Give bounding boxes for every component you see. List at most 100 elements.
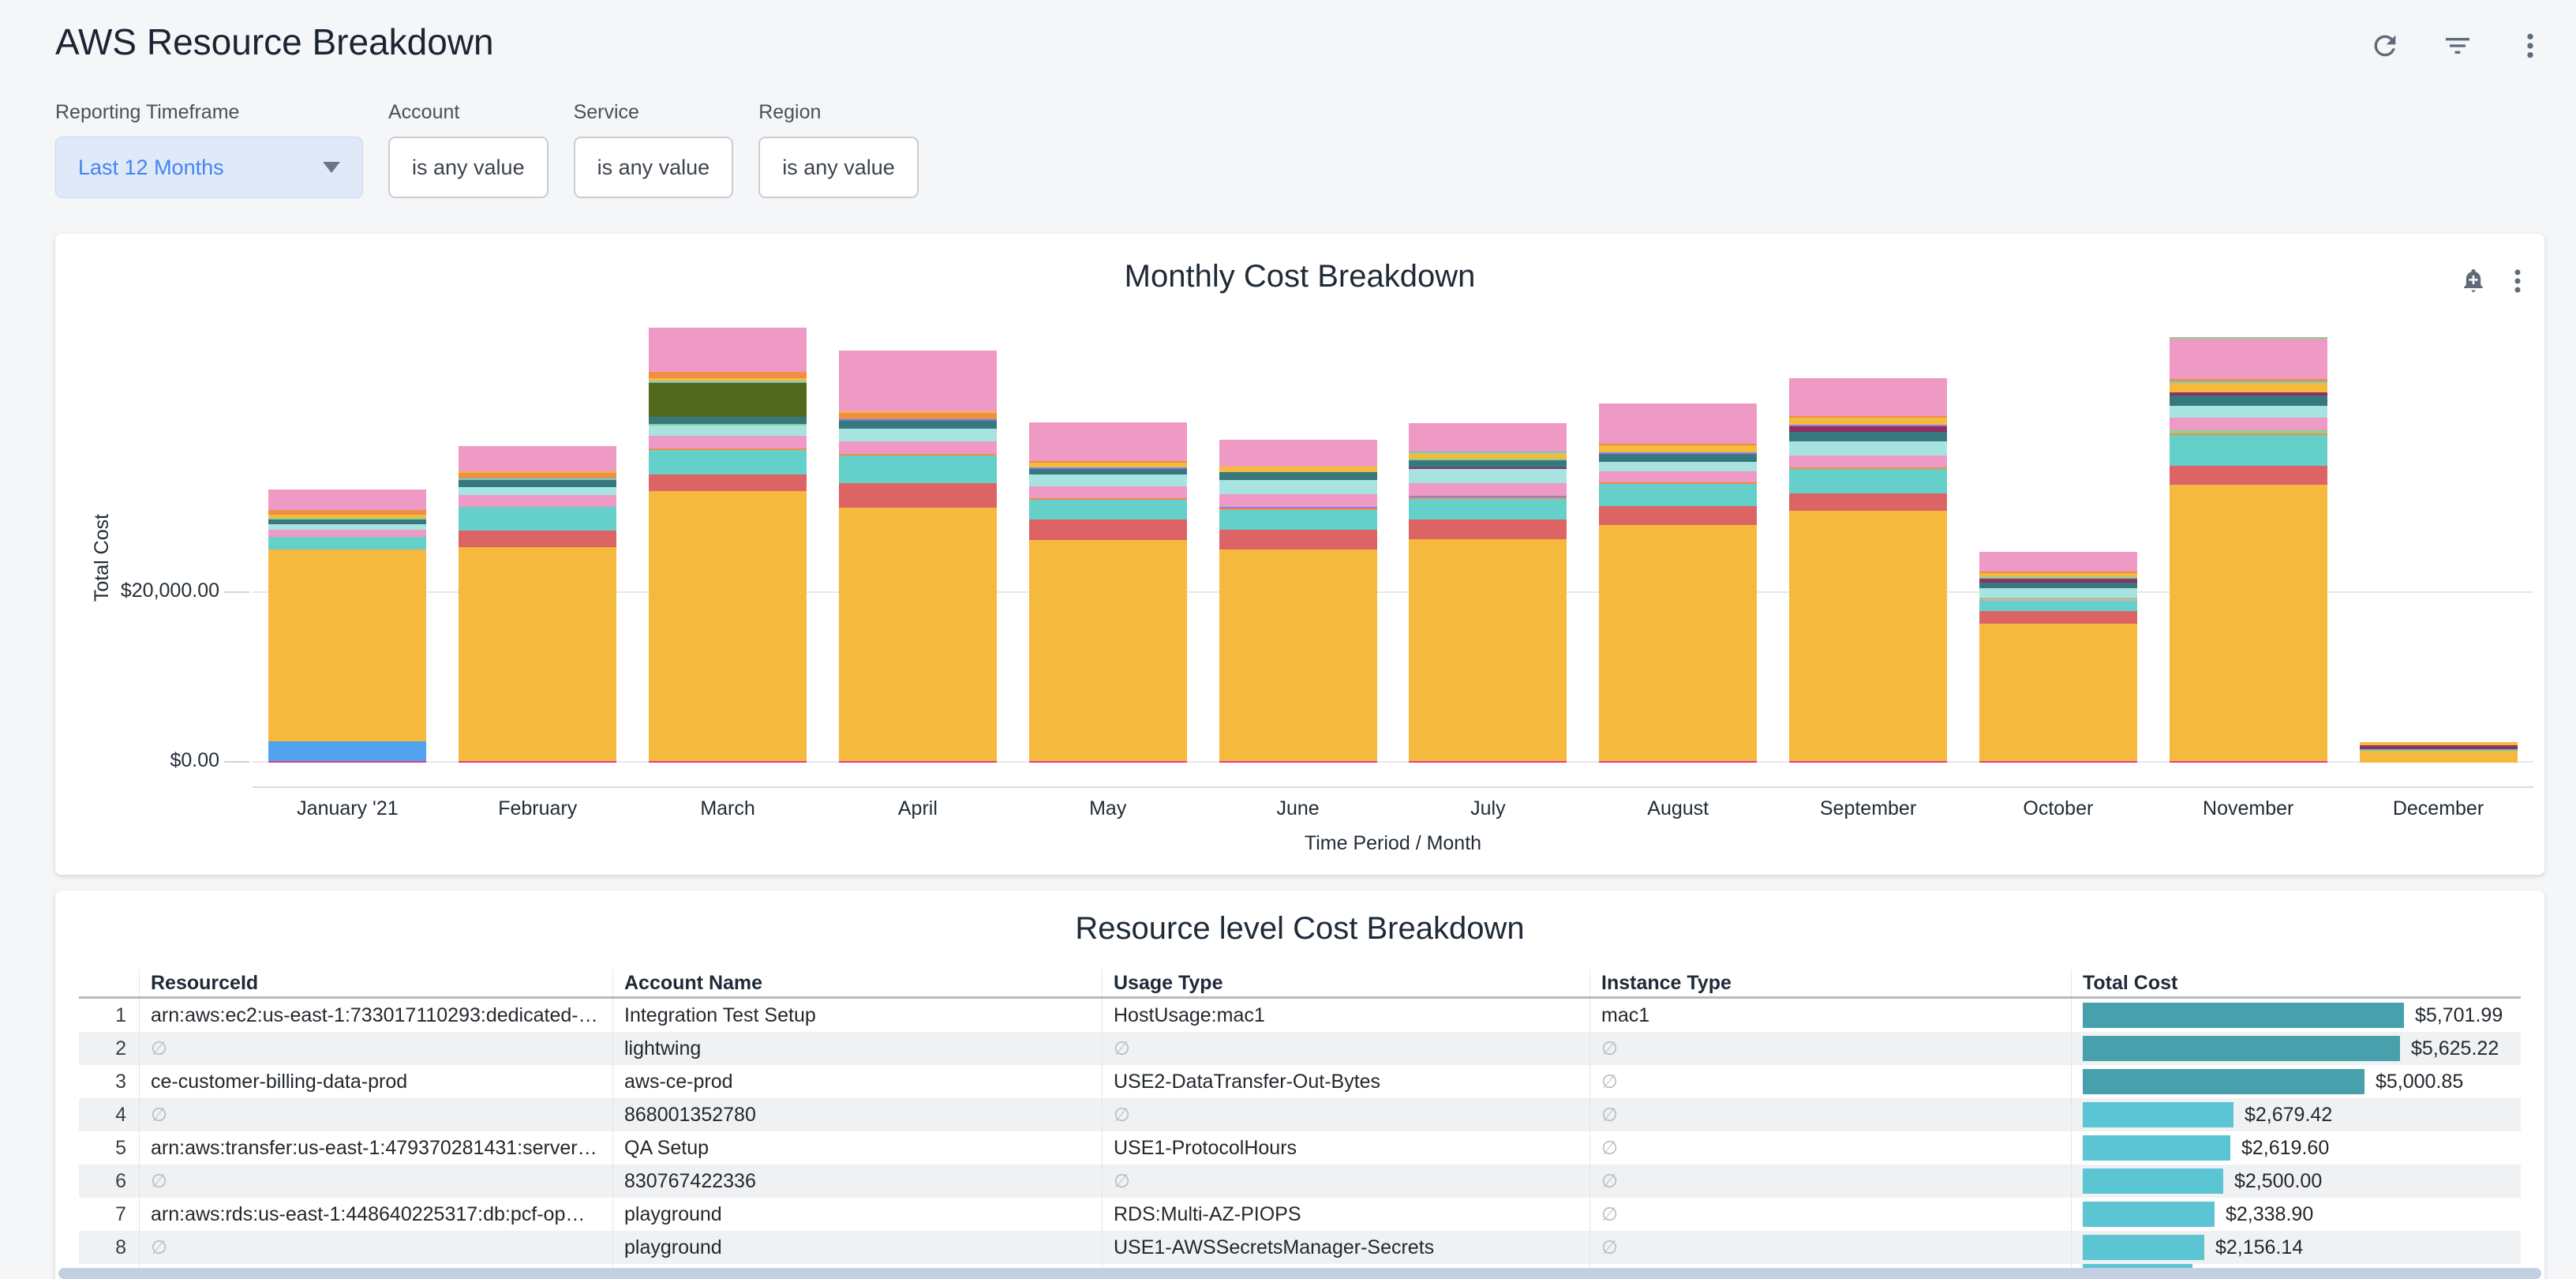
bar-segment[interactable] (839, 456, 997, 483)
cell-resource-id[interactable]: arn:aws:rds:us-east-1:448640225317:db:pc… (139, 1198, 612, 1231)
bar-segment[interactable] (649, 450, 807, 474)
bar-segment[interactable] (268, 537, 426, 549)
bar-segment[interactable] (1979, 611, 2137, 624)
bar-segment[interactable] (649, 474, 807, 491)
cell-account-name[interactable]: lightwing (612, 1032, 1102, 1065)
bar-segment[interactable] (839, 483, 997, 508)
column-header-account-name[interactable]: Account Name (612, 970, 1102, 996)
bar-segment[interactable] (459, 473, 616, 478)
bar-segment[interactable] (1979, 588, 2137, 598)
bar-segment[interactable] (2170, 406, 2327, 418)
bar-segment[interactable] (459, 480, 616, 487)
bar-segment[interactable] (1409, 761, 1567, 763)
bar-segment[interactable] (1789, 426, 1947, 432)
bar-segment[interactable] (649, 426, 807, 436)
bar-segment[interactable] (649, 328, 807, 372)
alert-bell-plus-icon[interactable] (2456, 264, 2491, 298)
stacked-bar[interactable] (459, 446, 616, 763)
cell-total-cost[interactable]: $2,338.90 (2071, 1198, 2521, 1231)
stacked-bar[interactable] (1599, 403, 1757, 763)
reporting-timeframe-select[interactable]: Last 12 Months (55, 137, 363, 198)
bar-segment[interactable] (1789, 493, 1947, 511)
column-header-total-cost[interactable]: Total Cost (2071, 970, 2521, 996)
bar-segment[interactable] (649, 436, 807, 448)
cell-account-name[interactable]: Integration Test Setup (612, 999, 1102, 1032)
bar-segment[interactable] (268, 741, 426, 761)
column-header-usage-type[interactable]: Usage Type (1102, 970, 1589, 996)
kebab-menu-icon[interactable] (2500, 264, 2535, 298)
stacked-bar[interactable] (839, 351, 997, 763)
bar-segment[interactable] (2170, 466, 2327, 485)
bar-segment[interactable] (1979, 761, 2137, 763)
bar-segment[interactable] (459, 495, 616, 507)
bar-segment[interactable] (649, 372, 807, 378)
stacked-bar[interactable] (1029, 422, 1187, 763)
bar-segment[interactable] (268, 761, 426, 763)
bar-segment[interactable] (1029, 474, 1187, 486)
bar-segment[interactable] (1219, 530, 1377, 549)
cell-account-name[interactable]: 830767422336 (612, 1165, 1102, 1198)
filter-icon[interactable] (2440, 28, 2475, 63)
table-horizontal-scrollbar[interactable] (58, 1268, 2541, 1279)
bar-segment[interactable] (268, 489, 426, 510)
stacked-bar[interactable] (1219, 440, 1377, 763)
cell-total-cost[interactable]: $2,500.00 (2071, 1165, 2521, 1198)
region-filter-button[interactable]: is any value (758, 137, 919, 198)
bar-segment[interactable] (649, 383, 807, 417)
bar-segment[interactable] (1789, 418, 1947, 425)
bar-segment[interactable] (1599, 506, 1757, 525)
bar-segment[interactable] (1219, 472, 1377, 480)
cell-total-cost[interactable]: $5,000.85 (2071, 1065, 2521, 1098)
bar-segment[interactable] (1789, 441, 1947, 456)
stacked-bar[interactable] (649, 328, 807, 763)
cell-account-name[interactable]: playground (612, 1231, 1102, 1264)
bar-segment[interactable] (1029, 422, 1187, 461)
cell-total-cost[interactable]: $2,679.42 (2071, 1098, 2521, 1131)
bar-segment[interactable] (2170, 418, 2327, 430)
cell-total-cost[interactable]: $2,619.60 (2071, 1131, 2521, 1165)
bar-segment[interactable] (1599, 403, 1757, 444)
cell-instance-type[interactable]: mac1 (1589, 999, 2071, 1032)
cell-account-name[interactable]: aws-ce-prod (612, 1065, 1102, 1098)
bar-segment[interactable] (1219, 440, 1377, 467)
cell-resource-id[interactable]: arn:aws:transfer:us-east-1:479370281431:… (139, 1131, 612, 1165)
bar-segment[interactable] (1409, 469, 1567, 483)
column-header-instance-type[interactable]: Instance Type (1589, 970, 2071, 996)
bar-segment[interactable] (459, 446, 616, 471)
bar-segment[interactable] (839, 761, 997, 763)
bar-segment[interactable] (2170, 383, 2327, 392)
bar-segment[interactable] (1599, 471, 1757, 482)
bar-segment[interactable] (459, 487, 616, 495)
bar-segment[interactable] (649, 761, 807, 763)
bar-segment[interactable] (1599, 462, 1757, 471)
bar-segment[interactable] (2170, 435, 2327, 466)
bar-segment[interactable] (1219, 480, 1377, 494)
bar-segment[interactable] (1029, 519, 1187, 540)
bar-segment[interactable] (1219, 761, 1377, 763)
bar-segment[interactable] (2360, 751, 2518, 763)
bar-segment[interactable] (459, 547, 616, 761)
bar-segment[interactable] (839, 421, 997, 429)
bar-segment[interactable] (1029, 500, 1187, 519)
bar-segment[interactable] (268, 530, 426, 537)
bar-segment[interactable] (839, 429, 997, 441)
bar-segment[interactable] (1979, 624, 2137, 761)
bar-segment[interactable] (1599, 484, 1757, 506)
bar-segment[interactable] (1789, 469, 1947, 493)
bar-segment[interactable] (1789, 511, 1947, 761)
bar-segment[interactable] (1219, 494, 1377, 507)
bar-segment[interactable] (459, 531, 616, 547)
bar-segment[interactable] (1599, 525, 1757, 761)
kebab-menu-icon[interactable] (2513, 28, 2548, 63)
bar-segment[interactable] (1599, 761, 1757, 763)
bar-segment[interactable] (1409, 539, 1567, 761)
cell-total-cost[interactable]: $2,156.14 (2071, 1231, 2521, 1264)
bar-segment[interactable] (1979, 552, 2137, 572)
bar-segment[interactable] (1029, 761, 1187, 763)
bar-segment[interactable] (1789, 761, 1947, 763)
cell-usage-type[interactable]: USE2-DataTransfer-Out-Bytes (1102, 1065, 1589, 1098)
refresh-icon[interactable] (2368, 28, 2402, 63)
bar-segment[interactable] (2170, 339, 2327, 379)
bar-segment[interactable] (1789, 456, 1947, 467)
bar-segment[interactable] (839, 508, 997, 761)
